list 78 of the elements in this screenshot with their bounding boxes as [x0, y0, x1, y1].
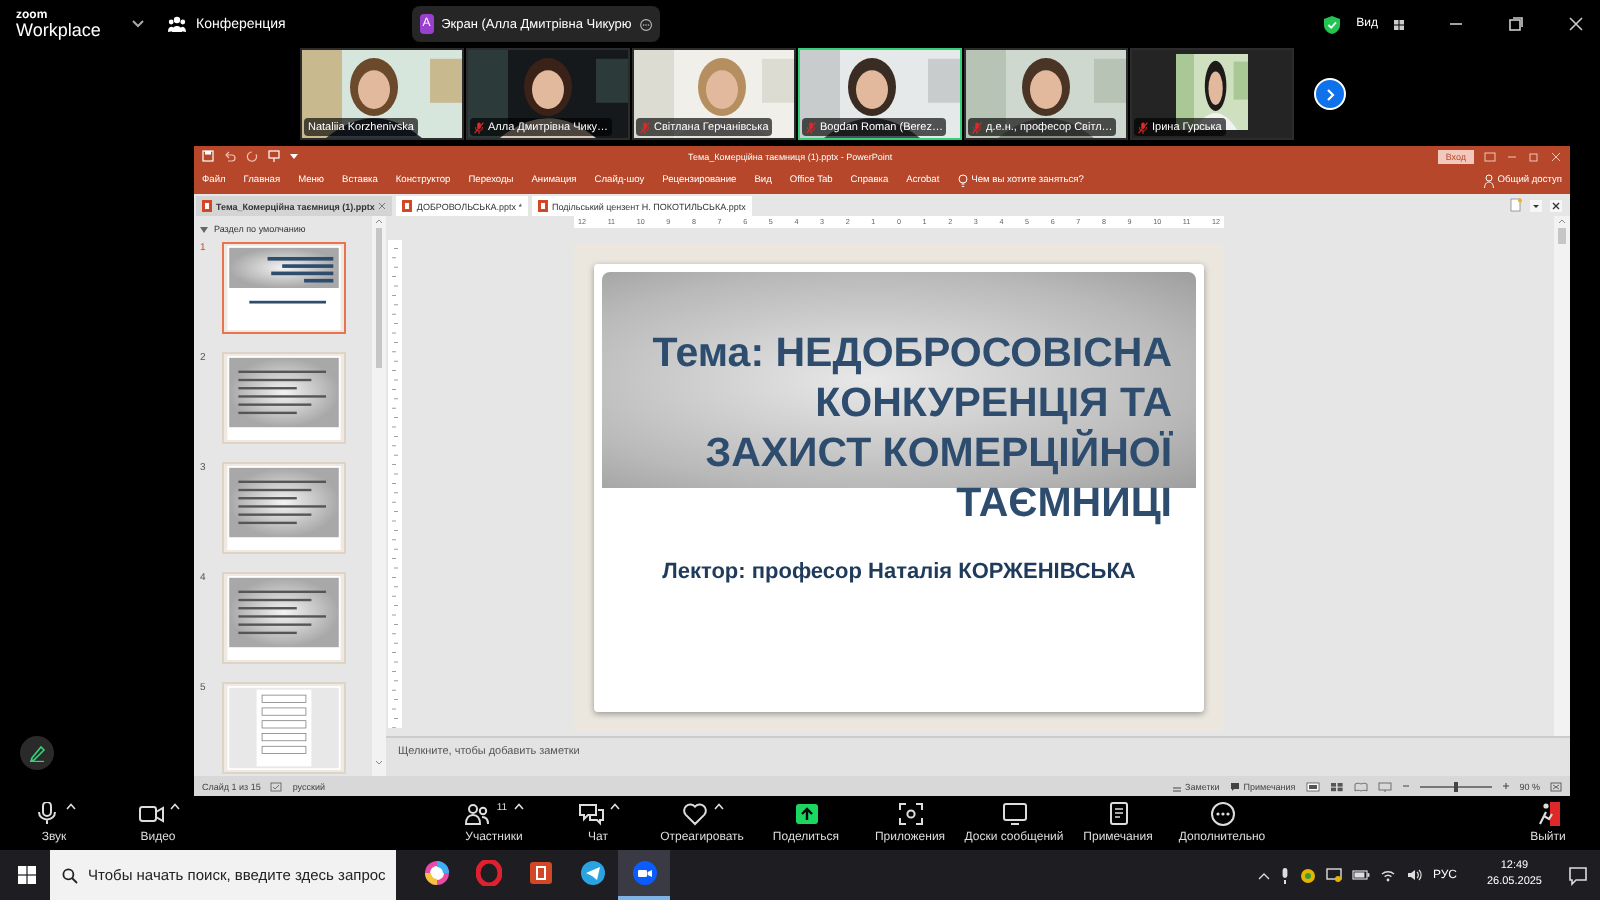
telegram-icon	[579, 860, 605, 886]
dropdown-icon[interactable]	[1530, 199, 1542, 211]
participants-icon	[464, 802, 491, 826]
search-icon	[62, 867, 78, 883]
muted-microphone-icon	[1138, 121, 1148, 133]
microphone-icon	[33, 802, 59, 826]
apps-icon	[897, 802, 923, 826]
heart-icon	[681, 802, 707, 826]
chevron-up-icon[interactable]	[1258, 871, 1271, 879]
slide-thumbnail[interactable]	[222, 242, 346, 334]
chevron-right-icon	[1324, 87, 1336, 101]
slide-sorter-icon[interactable]	[1329, 781, 1344, 791]
presentation-icon[interactable]	[268, 150, 280, 162]
chat-icon	[577, 802, 603, 826]
file-icon	[202, 200, 212, 212]
powerpoint-icon	[527, 860, 553, 886]
windows-logo-icon[interactable]	[18, 866, 36, 884]
file-icon	[538, 200, 549, 212]
people-icon[interactable]	[168, 16, 186, 32]
muted-microphone-icon	[972, 121, 982, 133]
more-icon	[1209, 802, 1235, 826]
undo-icon[interactable]	[224, 150, 236, 162]
whiteboard-icon	[1001, 802, 1027, 826]
leave-icon	[1535, 802, 1561, 826]
more-icon[interactable]	[639, 15, 652, 33]
slideshow-icon[interactable]	[1377, 781, 1392, 791]
microphone-icon[interactable]	[1280, 867, 1291, 883]
slide-thumbnail[interactable]	[222, 682, 346, 774]
share-screen-icon	[793, 802, 819, 826]
product-name: Workplace	[16, 21, 103, 39]
display-icon[interactable]	[1326, 868, 1343, 882]
slide-thumbnail[interactable]	[222, 572, 346, 664]
pen-icon	[28, 744, 46, 762]
muted-microphone-icon	[474, 121, 484, 133]
zoom-in-icon[interactable]	[1501, 782, 1510, 790]
notes-icon	[1171, 781, 1182, 791]
comment-icon	[1229, 781, 1240, 791]
restore-icon[interactable]	[1508, 16, 1524, 32]
slide-thumbnail[interactable]	[222, 352, 346, 444]
wifi-icon[interactable]	[1380, 868, 1397, 882]
notifications-icon[interactable]	[1568, 865, 1588, 885]
opera-icon	[475, 860, 501, 886]
fit-slide-icon[interactable]	[1550, 781, 1562, 791]
caret-up-icon[interactable]	[169, 802, 179, 810]
video-chat-icon	[631, 860, 657, 886]
person-icon	[1483, 173, 1494, 187]
annotate-button[interactable]	[20, 736, 54, 770]
security-icon[interactable]	[1300, 867, 1317, 883]
reading-view-icon[interactable]	[1353, 781, 1368, 791]
muted-microphone-icon	[640, 121, 650, 133]
caret-up-icon[interactable]	[609, 802, 619, 810]
collapse-arrow-icon[interactable]	[200, 225, 208, 233]
muted-microphone-icon	[806, 121, 816, 133]
notes-icon	[1105, 802, 1131, 826]
caret-up-icon[interactable]	[513, 802, 524, 810]
close-icon[interactable]	[1550, 199, 1562, 211]
slide-title: Тема: НЕДОБРОСОВІСНА КОНКУРЕНЦІЯ ТА ЗАХИСТ КОМЕРЦІЙНОЇ ТАЄМНИЦІ	[650, 328, 1175, 530]
taskbar-app[interactable]	[618, 850, 670, 900]
next-page-button[interactable]	[1314, 78, 1346, 110]
ribbon-options-icon[interactable]	[1484, 151, 1496, 161]
grid-icon[interactable]	[1394, 19, 1404, 29]
video-camera-icon	[137, 802, 163, 826]
spellcheck-icon[interactable]	[270, 781, 283, 791]
redo-icon[interactable]	[246, 150, 258, 162]
colorful-circle-icon	[423, 860, 449, 886]
dropdown-icon[interactable]	[290, 153, 298, 159]
save-icon[interactable]	[202, 150, 214, 162]
file-icon	[402, 200, 413, 212]
shield-icon	[1324, 15, 1341, 33]
slide-subtitle: Лектор: професор Наталія КОРЖЕНІВСЬКА	[660, 560, 1138, 584]
caret-up-icon[interactable]	[65, 802, 75, 810]
battery-icon[interactable]	[1352, 870, 1371, 880]
chevron-down-icon[interactable]	[132, 20, 144, 28]
speaker-icon[interactable]	[1406, 868, 1423, 882]
slide-thumbnail[interactable]	[222, 462, 346, 554]
caret-up-icon[interactable]	[713, 802, 723, 810]
normal-view-icon[interactable]	[1305, 781, 1320, 791]
lightbulb-icon	[957, 173, 968, 187]
